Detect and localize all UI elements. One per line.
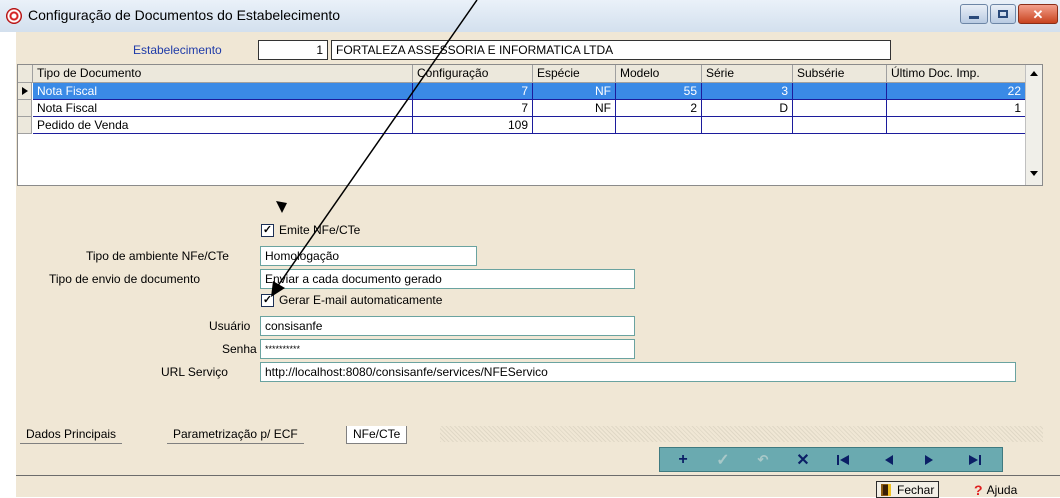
annotation-arrow — [271, 0, 478, 297]
